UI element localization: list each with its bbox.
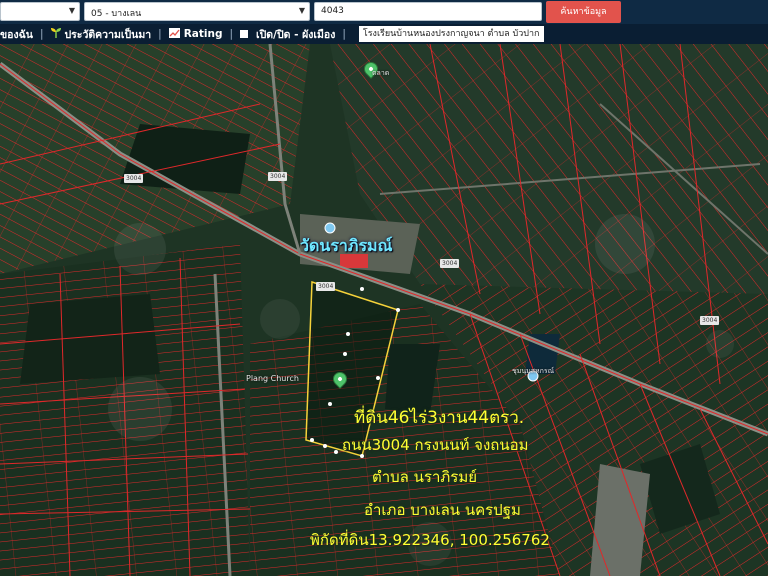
subdistrict-text: ตำบล นราภิรมย์ [372,468,477,486]
my-land-link[interactable]: ของฉัน [0,26,33,43]
temple-label: วัดนราภิรมณ์ [300,236,393,255]
zoning-checkbox[interactable] [240,30,249,38]
district-text: อำเภอ บางเลน นครปฐม [364,501,521,519]
parcel-number-input[interactable]: 4043 [314,2,542,21]
province-select[interactable]: ▼ [0,2,80,21]
map-toolbar: ของฉัน | ประวัติความเป็นมา | Rating | เป… [0,24,768,44]
chart-icon [168,27,180,41]
road-number-badge: 3004 [440,259,460,268]
divider: | [39,28,44,40]
my-land-label: ของฉัน [0,28,33,41]
district-select[interactable]: 05 - บางเลน ▼ [84,2,310,21]
sprout-icon [50,27,61,41]
zoning-toggle[interactable]: เปิด/ปิด - ผังเมือง [240,26,335,43]
school-search-field[interactable]: โรงเรียนบ้านหนองปรงกาญจนา ตำบล บัวปาก [358,26,544,42]
rating-label: Rating [183,28,223,40]
road-text: ถนน3004 กรงนนท์ จงถนอม [342,436,529,454]
chevron-down-icon: ▼ [68,6,75,15]
land-size-text: ที่ดิน46ไร่3งาน44ตรว. [354,408,525,428]
road-number-badge: 3004 [316,282,336,291]
church-label: Plang Church [246,374,299,383]
coop-label: ชุมนุมสหกรณ์ [512,367,555,375]
divider: | [158,28,162,40]
market-label: ตลาด [372,69,390,77]
parcel-number-value: 4043 [321,6,344,16]
satellite-map[interactable]: 3004 3004 3004 3004 3004 ตลาด ชุมนุมสหกร… [0,44,768,576]
zoning-toggle-label: เปิด/ปิด - ผังเมือง [256,28,336,41]
search-bar: ▼ 05 - บางเลน ▼ 4043 ค้นหาข้อมูล [0,0,768,24]
road-number-badge: 3004 [124,174,144,183]
coordinates-text: พิกัดที่ดิน13.922346, 100.256762 [310,531,550,549]
divider: | [342,28,346,40]
parcel-map-graphic [0,44,768,576]
search-button[interactable]: ค้นหาข้อมูล [546,1,621,23]
road-number-badge: 3004 [700,316,720,325]
rating-link[interactable]: Rating [168,27,223,41]
history-label: ประวัติความเป็นมา [64,28,152,41]
district-select-value: 05 - บางเลน [91,9,142,19]
chevron-down-icon: ▼ [298,6,305,15]
history-link[interactable]: ประวัติความเป็นมา [50,26,152,43]
divider: | [229,28,234,40]
road-number-badge: 3004 [268,172,288,181]
